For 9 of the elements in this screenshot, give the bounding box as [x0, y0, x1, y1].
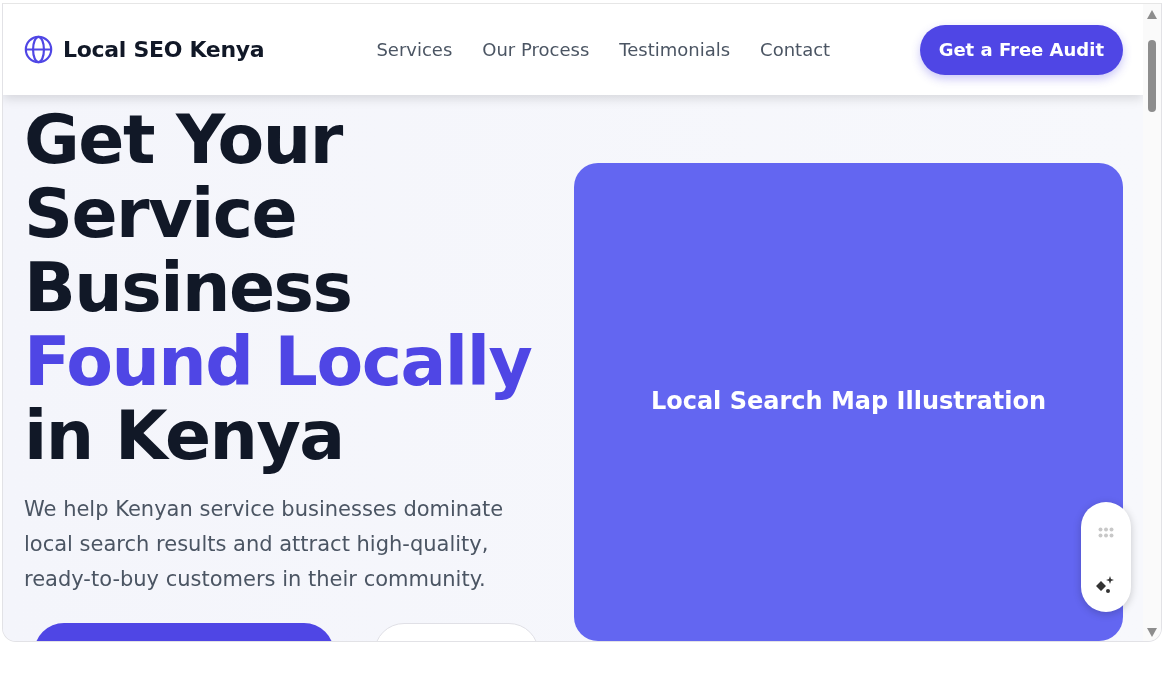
nav-link[interactable]: Testimonials — [619, 39, 731, 60]
illustration-label: Local Search Map Illustration — [650, 386, 1047, 415]
hero-headline: Get Your Service Business Found Locally in Kenya — [24, 103, 533, 473]
brand-name[interactable]: Local SEO Kenya — [63, 37, 265, 62]
nav-link[interactable]: Services — [376, 39, 453, 60]
nav-link[interactable]: Contact — [760, 39, 831, 60]
audit-button[interactable]: Get a Free Audit — [919, 24, 1123, 75]
nav-link[interactable]: Our Process — [482, 39, 590, 60]
hero-description: We help Kenyan service businesses dominate local search results and attract high-quality, ready-to-buy customers in their community. — [24, 496, 505, 593]
